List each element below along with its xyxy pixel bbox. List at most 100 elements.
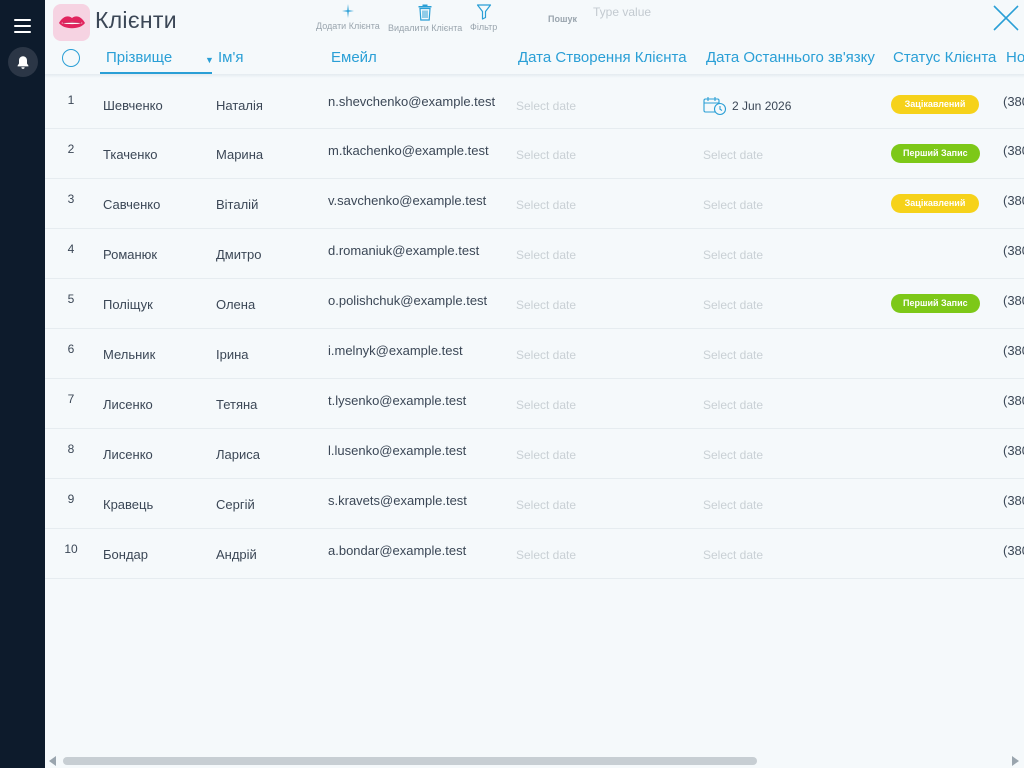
scrollbar-thumb[interactable] [63, 757, 757, 765]
cell-phone: (380 [1003, 493, 1024, 508]
table-row[interactable]: 6 Мельник Ірина i.melnyk@example.test Select… [45, 329, 1024, 379]
status-badge-label: Перший Запис [891, 294, 980, 313]
created-date-picker[interactable]: Select date [516, 498, 576, 512]
created-date-picker[interactable]: Select date [516, 99, 576, 113]
row-number: 4 [67, 242, 75, 256]
last-contact-date-picker[interactable]: Select date [703, 248, 763, 262]
delete-client-button[interactable]: Видалити Клієнта [388, 3, 462, 33]
column-header-email[interactable]: Емейл [331, 49, 377, 66]
close-icon[interactable] [992, 4, 1020, 32]
app-window: Клієнти Додати Клієнта Видалити Клієнта … [0, 0, 1024, 768]
table-row[interactable]: 4 Романюк Дмитро d.romaniuk@example.test Sel… [45, 229, 1024, 279]
status-badge-label: Зацікавлений [891, 95, 979, 114]
add-client-label: Додати Клієнта [316, 21, 380, 31]
cell-last-contact-date[interactable]: 2 Jun 2026 [703, 96, 791, 116]
cell-first-name: Тетяна [216, 397, 258, 412]
created-date-picker[interactable]: Select date [516, 398, 576, 412]
status-badge[interactable]: Зацікавлений [891, 95, 979, 114]
row-number: 9 [67, 492, 75, 506]
cell-phone: (380 [1003, 293, 1024, 308]
hamburger-menu-icon[interactable] [14, 18, 32, 34]
cell-email: d.romaniuk@example.test [328, 243, 480, 258]
row-number: 3 [67, 192, 75, 206]
cell-email: s.kravets@example.test [328, 493, 467, 508]
sparkle-plus-icon [341, 4, 354, 18]
created-date-picker[interactable]: Select date [516, 448, 576, 462]
cell-last-name: Шевченко [103, 98, 163, 113]
calendar-clock-icon [703, 97, 727, 116]
table-row[interactable]: 8 Лисенко Лариса l.lusenko@example.test Sele… [45, 429, 1024, 479]
created-date-picker[interactable]: Select date [516, 148, 576, 162]
cell-first-name: Ірина [216, 347, 249, 362]
last-contact-date-picker[interactable]: Select date [703, 548, 763, 562]
header-divider [45, 74, 1024, 78]
created-date-picker[interactable]: Select date [516, 348, 576, 362]
status-badge[interactable]: Перший Запис [891, 144, 980, 163]
scroll-left-icon[interactable] [49, 756, 56, 766]
row-number: 7 [67, 392, 75, 406]
row-number: 2 [67, 142, 75, 156]
column-header-last-name[interactable]: Прізвище [106, 49, 172, 66]
table-row[interactable]: 7 Лисенко Тетяна t.lysenko@example.test Sele… [45, 379, 1024, 429]
cell-last-name: Савченко [103, 197, 161, 212]
cell-first-name: Дмитро [216, 247, 262, 262]
cell-email: t.lysenko@example.test [328, 393, 467, 408]
column-header-status[interactable]: Статус Клієнта [893, 49, 996, 66]
column-header-phone[interactable]: Но [1006, 49, 1024, 66]
cell-email: i.melnyk@example.test [328, 343, 463, 358]
left-rail [0, 0, 45, 768]
funnel-icon [476, 4, 491, 20]
sort-desc-icon[interactable]: ▼ [205, 55, 214, 65]
last-contact-date-picker[interactable]: Select date [703, 398, 763, 412]
last-contact-date-picker[interactable]: Select date [703, 448, 763, 462]
filter-button[interactable]: Фільтр [470, 3, 497, 32]
cell-last-name: Ткаченко [103, 147, 158, 162]
horizontal-scrollbar[interactable] [45, 752, 1024, 768]
table-row[interactable]: 3 Савченко Віталій v.savchenko@example.test… [45, 179, 1024, 229]
created-date-picker[interactable]: Select date [516, 298, 576, 312]
column-header-created[interactable]: Дата Створення Клієнта [518, 49, 687, 66]
cell-phone: (380 [1003, 543, 1024, 558]
last-contact-date-picker[interactable]: Select date [703, 298, 763, 312]
cell-email: m.tkachenko@example.test [328, 143, 489, 158]
add-client-button[interactable]: Додати Клієнта [316, 3, 380, 31]
created-date-picker[interactable]: Select date [516, 198, 576, 212]
main-panel: Клієнти Додати Клієнта Видалити Клієнта … [45, 0, 1024, 768]
cell-first-name: Сергій [216, 497, 255, 512]
created-date-picker[interactable]: Select date [516, 548, 576, 562]
clients-table-body: 1 Шевченко Наталія n.shevchenko@example.tes… [45, 80, 1024, 579]
cell-first-name: Наталія [216, 98, 263, 113]
row-number: 8 [67, 442, 75, 456]
column-header-last-contact[interactable]: Дата Останнього зв'язку [706, 49, 875, 66]
column-header-first-name[interactable]: Ім'я [218, 49, 243, 66]
cell-phone: (380 [1003, 443, 1024, 458]
select-all-checkbox[interactable] [62, 49, 80, 67]
row-number: 5 [67, 292, 75, 306]
last-contact-date-picker[interactable]: Select date [703, 198, 763, 212]
lips-icon [53, 4, 90, 41]
last-contact-date-picker[interactable]: Select date [703, 348, 763, 362]
cell-last-name: Бондар [103, 547, 148, 562]
cell-phone: (380 [1003, 343, 1024, 358]
cell-last-name: Лисенко [103, 447, 153, 462]
status-badge[interactable]: Перший Запис [891, 294, 980, 313]
table-row[interactable]: 9 Кравець Сергій s.kravets@example.test Sele… [45, 479, 1024, 529]
table-row[interactable]: 10 Бондар Андрій a.bondar@example.test Selec… [45, 529, 1024, 579]
cell-email: n.shevchenko@example.test [328, 94, 496, 109]
cell-phone: (380 [1003, 94, 1024, 109]
created-date-picker[interactable]: Select date [516, 248, 576, 262]
cell-email: v.savchenko@example.test [328, 193, 487, 208]
table-row[interactable]: 1 Шевченко Наталія n.shevchenko@example.tes… [45, 80, 1024, 129]
last-contact-date-picker[interactable]: Select date [703, 148, 763, 162]
status-badge[interactable]: Зацікавлений [891, 194, 979, 213]
table-row[interactable]: 5 Поліщук Олена o.polishchuk@example.test Se… [45, 279, 1024, 329]
cell-email: a.bondar@example.test [328, 543, 467, 558]
table-row[interactable]: 2 Ткаченко Марина m.tkachenko@example.test S… [45, 129, 1024, 179]
search-input[interactable] [589, 3, 747, 21]
row-number: 10 [64, 542, 78, 556]
status-badge-label: Зацікавлений [891, 194, 979, 213]
last-contact-date-picker[interactable]: Select date [703, 498, 763, 512]
bell-icon[interactable] [8, 47, 38, 77]
scroll-right-icon[interactable] [1012, 756, 1019, 766]
cell-first-name: Лариса [216, 447, 260, 462]
